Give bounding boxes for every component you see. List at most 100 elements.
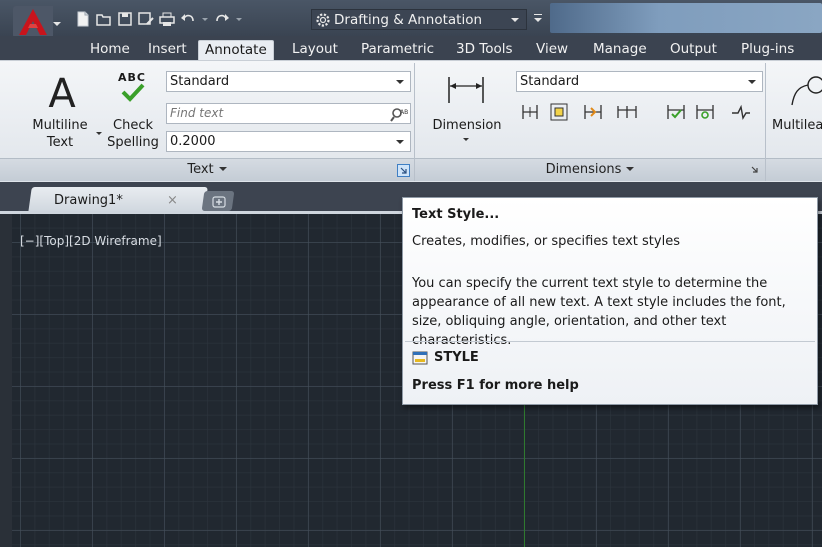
check-spelling-button[interactable]: ABC Check Spelling xyxy=(104,71,162,155)
title-bar: Drafting & Annotation xyxy=(0,0,822,38)
tab-output[interactable]: Output xyxy=(664,40,723,60)
continue-dimension-icon xyxy=(617,106,637,118)
chevron-down-icon xyxy=(396,80,404,84)
quick-dimension-button[interactable] xyxy=(518,100,542,124)
continue-dimension-button[interactable] xyxy=(615,100,639,124)
quick-access-toolbar xyxy=(74,9,244,29)
chevron-down-icon xyxy=(748,80,756,84)
dimensions-panel-title-label: Dimensions xyxy=(545,162,622,177)
leaders-panel-title[interactable] xyxy=(766,158,822,181)
svg-text:ABC: ABC xyxy=(400,109,408,116)
dimension-break-button[interactable] xyxy=(547,100,571,124)
tooltip-title: Text Style... xyxy=(412,207,500,222)
chevron-down-icon xyxy=(511,18,519,22)
dimension-jog-line-button[interactable] xyxy=(729,100,753,124)
find-text-input[interactable] xyxy=(170,106,370,120)
multiline-text-dropdown-icon[interactable] xyxy=(96,132,102,135)
multileader-button[interactable]: Multilea xyxy=(770,71,822,155)
save-as-icon[interactable] xyxy=(137,10,155,28)
multiline-text-label-1: Multiline xyxy=(32,118,88,133)
check-spelling-label-2: Spelling xyxy=(107,135,159,150)
multileader-label: Multilea xyxy=(772,118,822,133)
find-replace-icon[interactable]: ABC xyxy=(390,105,408,123)
tooltip-body: You can specify the current text style t… xyxy=(412,276,786,348)
canvas-edge xyxy=(0,214,12,547)
find-text-field[interactable]: ABC xyxy=(166,103,411,124)
update-dimension-button[interactable] xyxy=(693,100,717,124)
command-icon xyxy=(412,351,428,365)
text-a-icon: A xyxy=(48,71,76,113)
inspect-dimension-icon xyxy=(667,105,685,119)
text-style-select[interactable]: Standard xyxy=(166,71,411,92)
gear-icon xyxy=(316,12,330,27)
tab-manage[interactable]: Manage xyxy=(587,40,653,60)
dimension-label: Dimension xyxy=(432,118,502,133)
dimension-style-select[interactable]: Standard xyxy=(516,71,763,92)
dimension-break-icon xyxy=(550,103,568,121)
application-menu-button[interactable] xyxy=(13,6,63,38)
workspace-switcher[interactable]: Drafting & Annotation xyxy=(311,9,527,30)
customize-qat-icon[interactable] xyxy=(531,10,545,26)
tooltip-divider xyxy=(405,341,815,342)
tooltip-help: Press F1 for more help xyxy=(412,378,579,393)
dimensions-panel-title[interactable]: Dimensions xyxy=(415,158,765,181)
tab-plug-ins[interactable]: Plug-ins xyxy=(735,40,800,60)
dialog-launcher-arrow-icon xyxy=(751,166,758,173)
tab-layout[interactable]: Layout xyxy=(286,40,344,60)
expand-panel-icon xyxy=(626,167,635,171)
text-height-value: 0.2000 xyxy=(170,134,216,149)
tab-home[interactable]: Home xyxy=(84,40,136,60)
dimension-style-value: Standard xyxy=(520,74,580,89)
check-spelling-label-1: Check xyxy=(113,118,153,133)
adjust-space-button[interactable] xyxy=(581,100,605,124)
tab-insert[interactable]: Insert xyxy=(142,40,193,60)
text-panel-title-label: Text xyxy=(187,162,214,177)
plot-printer-icon[interactable] xyxy=(158,10,176,28)
tab-annotate[interactable]: Annotate xyxy=(198,40,274,60)
multileader-icon xyxy=(791,76,822,106)
dimension-style-dialog-launcher[interactable] xyxy=(749,164,762,177)
dimension-button[interactable]: Dimension xyxy=(426,71,508,155)
redo-dropdown-icon[interactable] xyxy=(234,10,244,28)
redo-icon[interactable] xyxy=(213,10,231,28)
dimension-dropdown-icon[interactable] xyxy=(463,138,469,141)
new-file-icon[interactable] xyxy=(74,10,92,28)
undo-icon[interactable] xyxy=(179,10,197,28)
jog-line-icon xyxy=(732,104,750,120)
add-tab-icon[interactable] xyxy=(211,194,227,210)
drawing-tab-label: Drawing1* xyxy=(54,193,123,208)
tab-view[interactable]: View xyxy=(530,40,574,60)
open-folder-icon[interactable] xyxy=(95,10,113,28)
dimension-icon xyxy=(448,77,484,103)
text-height-select[interactable]: 0.2000 xyxy=(166,131,411,152)
update-dimension-icon xyxy=(696,105,714,119)
multiline-text-button[interactable]: A Multiline Text xyxy=(24,71,102,155)
inspect-dimension-button[interactable] xyxy=(664,100,688,124)
viewport-controls[interactable]: [−][Top][2D Wireframe] xyxy=(20,234,162,248)
svg-text:A: A xyxy=(48,71,76,113)
chevron-down-icon xyxy=(396,140,404,144)
tab-3d-tools[interactable]: 3D Tools xyxy=(450,40,519,60)
adjust-space-icon xyxy=(584,105,602,119)
expand-panel-icon xyxy=(218,167,227,171)
quick-dimension-icon xyxy=(522,105,538,119)
ribbon-tabs: Home Insert Annotate Layout Parametric 3… xyxy=(0,36,822,60)
workspace-label: Drafting & Annotation xyxy=(334,11,483,28)
text-style-dialog-launcher[interactable] xyxy=(397,164,410,177)
dialog-launcher-arrow-icon xyxy=(400,167,407,174)
text-style-value: Standard xyxy=(170,74,230,89)
title-area xyxy=(550,3,822,33)
app-menu-chevron-icon xyxy=(53,22,61,26)
text-panel-title[interactable]: Text xyxy=(0,158,414,181)
ribbon-panel: A Multiline Text ABC Check Spelling Stan… xyxy=(0,60,822,182)
check-mark-icon xyxy=(121,83,145,102)
tab-parametric[interactable]: Parametric xyxy=(355,40,440,60)
tooltip-description: Creates, modifies, or specifies text sty… xyxy=(412,234,680,249)
multiline-text-label-2: Text xyxy=(46,135,74,150)
tooltip-command: STYLE xyxy=(434,350,479,365)
undo-dropdown-icon[interactable] xyxy=(200,10,210,28)
text-style-tooltip: Text Style... Creates, modifies, or spec… xyxy=(402,197,818,405)
autocad-logo-icon xyxy=(13,6,61,38)
close-tab-icon[interactable]: × xyxy=(167,193,178,208)
save-icon[interactable] xyxy=(116,10,134,28)
